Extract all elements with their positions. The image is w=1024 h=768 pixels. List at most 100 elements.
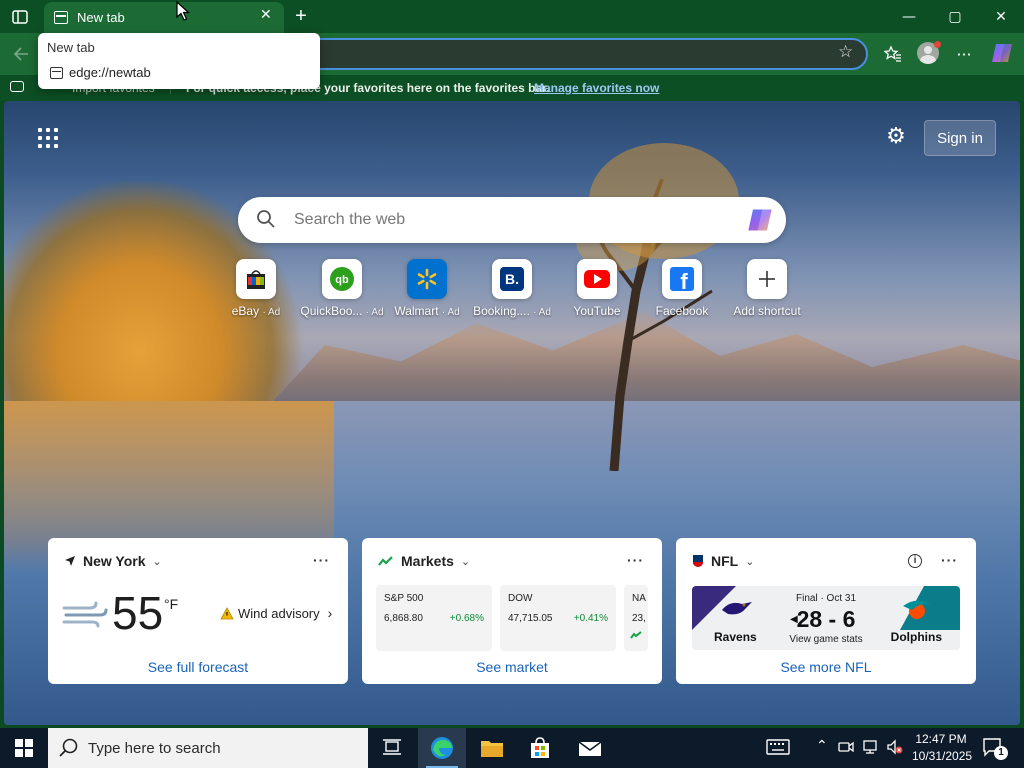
weather-location-selector[interactable]: New York ⌄: [64, 553, 162, 569]
address-bar[interactable]: [300, 38, 868, 70]
more-options-icon[interactable]: ···: [950, 40, 978, 68]
notifications-icon[interactable]: 1: [982, 737, 1008, 761]
shortcut-label: QuickBoo...: [300, 304, 363, 318]
shortcut-facebook[interactable]: f Facebook: [640, 259, 724, 323]
game-score-tile[interactable]: Final · Oct 31 28 - 6 ◀ View game stats …: [692, 586, 960, 650]
system-clock[interactable]: 12:47 PM 10/31/2025: [912, 731, 972, 765]
tab-hover-card: New tab edge://newtab: [38, 33, 320, 89]
tab-new-tab[interactable]: New tab ✕: [44, 2, 284, 33]
close-window-button[interactable]: ✕: [978, 0, 1024, 33]
stock-change: +0.41%: [573, 613, 608, 624]
markets-card[interactable]: Markets ⌄ ··· S&P 500 6,868.80 +0.68% DO…: [362, 538, 662, 684]
shortcut-label: YouTube: [573, 304, 621, 318]
weather-more-button[interactable]: ···: [313, 552, 330, 568]
markets-more-button[interactable]: ···: [627, 552, 644, 568]
hover-card-title: New tab: [47, 40, 95, 55]
volume-muted-icon[interactable]: [886, 739, 904, 759]
taskbar-mail-app[interactable]: [566, 728, 614, 768]
hover-card-url: edge://newtab: [69, 65, 151, 80]
maximize-button[interactable]: ▢: [932, 0, 978, 33]
touch-keyboard-icon[interactable]: [766, 737, 790, 761]
weather-temperature: 55: [112, 587, 164, 639]
favorites-bar-icon: [10, 81, 24, 92]
see-full-forecast-link[interactable]: See full forecast: [48, 659, 348, 675]
shortcut-label: Add shortcut: [733, 304, 801, 318]
windows-taskbar: Type here to search ⌃ 12:47 PM 10/31/202…: [0, 728, 1024, 768]
profile-notification-dot: [934, 41, 941, 48]
location-arrow-icon: [65, 556, 75, 566]
nfl-header[interactable]: NFL ⌄: [692, 553, 754, 569]
sidebar-toggle-icon[interactable]: [0, 0, 40, 33]
copilot-icon[interactable]: [990, 42, 1014, 64]
tab-favicon-icon: [50, 66, 63, 79]
chevron-down-icon: ⌄: [152, 555, 162, 568]
svg-text:f: f: [680, 269, 688, 292]
settings-gear-icon[interactable]: ⚙: [884, 125, 908, 149]
copilot-search-icon[interactable]: [746, 207, 774, 233]
see-market-link[interactable]: See market: [362, 659, 662, 675]
wind-advisory-link[interactable]: Wind advisory ›: [220, 605, 332, 621]
shortcut-ad-badge: · Ad: [262, 307, 281, 318]
shortcut-quickbooks[interactable]: qb QuickBoo... · Ad: [300, 259, 384, 323]
chevron-down-icon: ⌄: [460, 555, 471, 568]
notification-count-badge: 1: [994, 746, 1008, 760]
chevron-up-icon[interactable]: ⌃: [816, 738, 828, 754]
stock-tile[interactable]: NA 23,: [624, 585, 648, 651]
web-search-box[interactable]: Search the web: [238, 197, 786, 243]
stock-name: NA: [632, 593, 646, 604]
network-icon[interactable]: [862, 739, 880, 759]
taskbar-edge-app[interactable]: [418, 728, 466, 768]
search-placeholder: Search the web: [294, 211, 406, 228]
shortcut-add[interactable]: Add shortcut: [725, 259, 809, 323]
shortcut-booking[interactable]: B. Booking.... · Ad: [470, 259, 554, 323]
shortcut-walmart[interactable]: Walmart · Ad: [385, 259, 469, 323]
shortcut-youtube[interactable]: YouTube: [555, 259, 639, 323]
taskbar-file-explorer[interactable]: [468, 728, 516, 768]
facebook-icon: f: [662, 259, 702, 299]
weather-card[interactable]: New York ⌄ ··· 55 °F Wind advisory › See…: [48, 538, 348, 684]
minimize-button[interactable]: —: [886, 0, 932, 33]
stock-trend-icon: [630, 631, 642, 639]
add-favorite-star-icon[interactable]: ☆: [838, 42, 853, 62]
taskbar-store-app[interactable]: [516, 728, 564, 768]
game-status: Final · Oct 31: [795, 593, 857, 604]
stock-tile[interactable]: DOW 47,715.05 +0.41%: [500, 585, 616, 651]
taskbar-search-box[interactable]: Type here to search: [48, 728, 368, 768]
nfl-shield-icon: [693, 555, 703, 567]
manage-favorites-link[interactable]: Manage favorites now: [534, 81, 659, 95]
mail-icon: [578, 741, 602, 756]
new-tab-page: ⚙ Sign in Search the web eBay · Ad qb Qu…: [4, 101, 1020, 725]
back-button[interactable]: [8, 41, 34, 67]
markets-title: Markets: [401, 553, 454, 569]
windows-logo-icon: [15, 739, 33, 757]
nfl-card[interactable]: NFL ⌄ i ··· Final · Oct 31 28 - 6 ◀ View…: [676, 538, 976, 684]
see-more-nfl-link[interactable]: See more NFL: [676, 659, 976, 675]
search-icon: [59, 738, 78, 757]
chevron-right-icon: ›: [327, 605, 333, 621]
info-icon[interactable]: i: [908, 554, 922, 568]
browser-title-bar: New tab ✕ + — ▢ ✕: [0, 0, 1024, 33]
favorites-icon[interactable]: [879, 40, 907, 68]
shortcut-ebay[interactable]: eBay · Ad: [214, 259, 298, 323]
stock-value: 47,715.05: [508, 613, 553, 624]
new-tab-button[interactable]: +: [286, 3, 316, 29]
task-view-button[interactable]: [368, 728, 416, 768]
nfl-more-button[interactable]: ···: [941, 552, 958, 568]
search-icon: [257, 210, 275, 228]
shortcut-label: Walmart: [394, 304, 439, 318]
shortcut-label: Facebook: [655, 304, 709, 318]
tab-close-icon[interactable]: ✕: [260, 7, 272, 23]
stock-value: 6,868.80: [384, 613, 423, 624]
wind-weather-icon: [62, 601, 108, 628]
markets-header[interactable]: Markets ⌄: [378, 553, 470, 569]
sign-in-button[interactable]: Sign in: [924, 120, 996, 156]
shortcut-ad-badge: · Ad: [365, 307, 384, 318]
apps-launcher-icon[interactable]: [38, 128, 58, 148]
stock-tile[interactable]: S&P 500 6,868.80 +0.68%: [376, 585, 492, 651]
stock-change: +0.68%: [449, 613, 484, 624]
meet-now-icon[interactable]: [838, 739, 854, 759]
task-view-icon: [383, 739, 401, 755]
stock-name: DOW: [508, 593, 533, 604]
taskbar-search-placeholder: Type here to search: [88, 739, 221, 757]
start-button[interactable]: [0, 728, 48, 768]
